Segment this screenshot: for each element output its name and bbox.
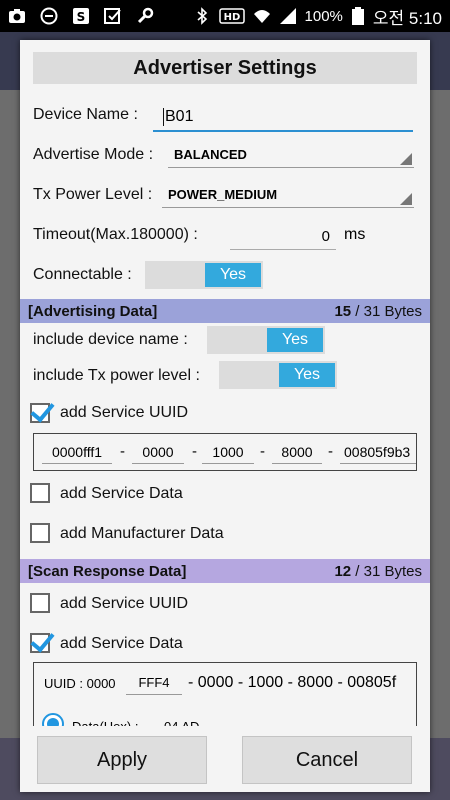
uuid-segment-5-input[interactable]: 00805f9b3 [340, 440, 416, 464]
include-tx-power-toggle-on: Yes [279, 363, 335, 387]
connectable-row: Connectable : [33, 266, 132, 284]
svc-uuid-label: UUID : 0000 [44, 676, 116, 691]
wrench-icon [137, 7, 154, 24]
uuid-dash: - [328, 443, 333, 460]
svc-uuid-input[interactable]: FFF4 [126, 671, 182, 695]
uuid-segment-1-input[interactable]: 0000fff1 [42, 440, 112, 464]
svg-text:S: S [77, 10, 86, 24]
s-square-icon: S [73, 8, 89, 24]
tx-power-spinner[interactable]: POWER_MEDIUM [162, 182, 414, 208]
svg-text:HD: HD [223, 12, 240, 23]
advertise-mode-row: Advertise Mode : [33, 146, 153, 164]
scan-add-service-data-label: add Service Data [60, 635, 183, 652]
device-name-label: Device Name : [33, 106, 138, 123]
include-tx-power-row: include Tx power level : [33, 367, 200, 385]
uuid-segment-4-input[interactable]: 8000 [272, 440, 322, 464]
camera-icon [9, 9, 25, 23]
timeout-input[interactable]: 0 [230, 224, 336, 250]
status-bar: S HD 100% 오전 5:10 [0, 0, 450, 32]
connectable-toggle-on: Yes [205, 263, 261, 287]
battery-percent: 100% [304, 7, 343, 25]
scan-response-title: [Scan Response Data] [28, 562, 187, 580]
dropdown-triangle-icon [400, 153, 412, 165]
tx-power-row: Tx Power Level : [33, 186, 152, 204]
advertising-data-header: [Advertising Data] 15 / 31 Bytes [20, 299, 430, 323]
tx-power-value: POWER_MEDIUM [168, 187, 278, 202]
svc-uuid-rest: - 0000 - 1000 - 8000 - 00805f [188, 674, 397, 691]
scan-add-service-data-checkbox[interactable] [30, 633, 50, 653]
device-name-value: B01 [165, 108, 194, 125]
uuid-dash: - [260, 443, 265, 460]
adv-add-service-data-label: add Service Data [60, 485, 183, 502]
advertise-mode-label: Advertise Mode : [33, 146, 154, 163]
include-tx-power-toggle[interactable]: Yes [219, 361, 337, 389]
signal-icon [279, 8, 296, 24]
hd-icon: HD [218, 8, 245, 24]
include-device-name-row: include device name : [33, 331, 188, 349]
adv-add-manufacturer-data-label: add Manufacturer Data [60, 525, 224, 542]
timeout-label: Timeout(Max.180000) : [33, 226, 198, 243]
scan-add-service-uuid-label: add Service UUID [60, 595, 189, 612]
scan-bytes-used: 12 [334, 562, 352, 580]
uuid-segment-2-input[interactable]: 0000 [132, 440, 184, 464]
uuid-dash: - [120, 443, 125, 460]
advertise-mode-spinner[interactable]: BALANCED [168, 142, 414, 168]
dialog-footer: Apply Cancel [20, 726, 430, 792]
wifi-icon [253, 10, 270, 23]
dropdown-triangle-icon [400, 193, 412, 205]
clock: 오전 5:10 [372, 8, 442, 28]
include-device-name-toggle[interactable]: Yes [207, 326, 325, 354]
apply-button[interactable]: Apply [37, 736, 207, 784]
include-device-name-label: include device name : [33, 331, 188, 348]
include-tx-power-label: include Tx power level : [33, 367, 200, 384]
minus-circle-icon [40, 7, 58, 25]
connectable-toggle[interactable]: Yes [145, 261, 263, 289]
include-device-name-toggle-on: Yes [267, 328, 323, 352]
checkbox-icon [104, 8, 121, 24]
adv-service-uuid-box: 0000fff1 - 0000 - 1000 - 8000 - 00805f9b… [33, 433, 417, 471]
advertising-bytes-used: 15 [334, 302, 352, 320]
bluetooth-icon [197, 7, 207, 25]
timeout-value: 0 [321, 228, 330, 245]
scan-bytes-total: / 31 Bytes [351, 562, 422, 580]
connectable-label: Connectable : [33, 266, 132, 283]
device-name-row: Device Name : [33, 106, 138, 124]
text-cursor [163, 108, 164, 126]
advertising-bytes-total: / 31 Bytes [351, 302, 422, 320]
advertising-data-title: [Advertising Data] [28, 302, 158, 320]
battery-icon [351, 7, 364, 25]
timeout-unit: ms [344, 226, 366, 243]
adv-add-manufacturer-data-checkbox[interactable] [30, 523, 50, 543]
uuid-segment-3-input[interactable]: 1000 [202, 440, 254, 464]
adv-add-service-uuid-checkbox[interactable] [30, 403, 50, 423]
adv-add-service-data-checkbox[interactable] [30, 483, 50, 503]
scan-add-service-uuid-checkbox[interactable] [30, 593, 50, 613]
advertiser-settings-dialog: Advertiser Settings Device Name : B01 Ad… [20, 40, 430, 792]
dialog-title: Advertiser Settings [33, 52, 417, 84]
adv-add-service-uuid-label: add Service UUID [60, 404, 189, 421]
uuid-dash: - [192, 443, 197, 460]
scan-response-header: [Scan Response Data] 12 / 31 Bytes [20, 559, 430, 583]
cancel-button[interactable]: Cancel [242, 736, 412, 784]
advertising-data-bytes: 15 / 31 Bytes [334, 303, 422, 320]
advertise-mode-value: BALANCED [174, 147, 247, 162]
scan-response-bytes: 12 / 31 Bytes [334, 563, 422, 580]
timeout-row: Timeout(Max.180000) : [33, 226, 198, 244]
device-name-input[interactable]: B01 [153, 104, 413, 132]
tx-power-label: Tx Power Level : [33, 186, 153, 203]
